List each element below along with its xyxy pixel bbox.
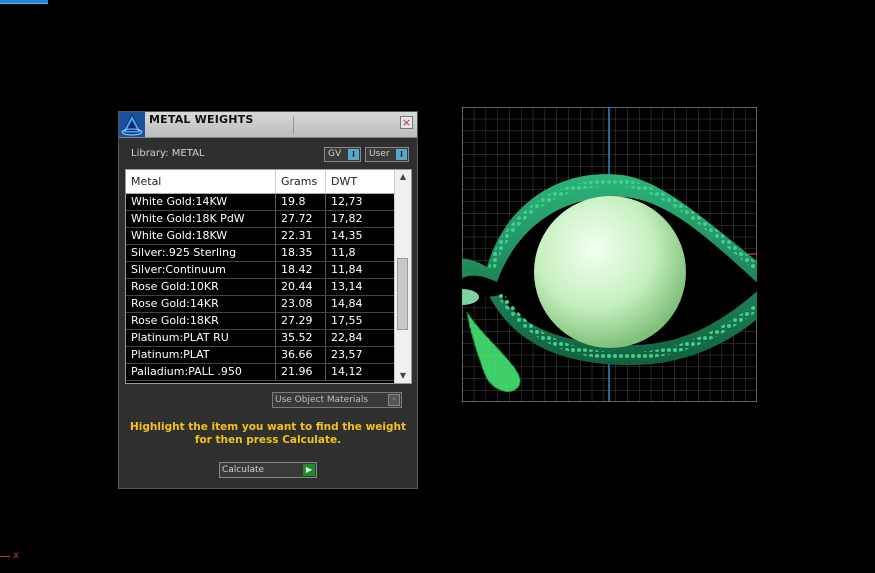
dwt-cell: 11,8 bbox=[331, 246, 356, 259]
grams-cell: 23.08 bbox=[276, 296, 326, 312]
scroll-thumb[interactable] bbox=[397, 258, 408, 330]
axis-x-line-indicator bbox=[0, 556, 10, 557]
grams-cell: 21.96 bbox=[276, 364, 326, 380]
dwt-cell: 17,82 bbox=[331, 212, 363, 225]
metal-weights-panel: METAL WEIGHTS × Library: METAL GV ⅼ User… bbox=[118, 111, 418, 489]
table-row[interactable]: Palladium:PALL .950 21.96 14,12 bbox=[126, 364, 396, 381]
close-icon[interactable]: × bbox=[400, 116, 413, 129]
grams-cell: 27.72 bbox=[276, 211, 326, 227]
metal-cell: Rose Gold:10KR bbox=[126, 279, 276, 295]
scroll-down-icon[interactable]: ▼ bbox=[395, 369, 411, 383]
metal-cell: Silver:Continuum bbox=[126, 262, 276, 278]
grams-cell: 27.29 bbox=[276, 313, 326, 329]
grams-cell: 36.66 bbox=[276, 347, 326, 363]
table-row[interactable]: Platinum:PLAT 36.66 23,57 bbox=[126, 347, 396, 364]
gv-label: GV bbox=[328, 149, 342, 159]
calculate-button[interactable]: Calculate ▶ bbox=[219, 462, 317, 478]
user-label: User bbox=[369, 149, 390, 159]
model-viewport[interactable] bbox=[437, 106, 790, 403]
use-object-materials-label: Use Object Materials bbox=[275, 395, 369, 405]
table-row[interactable]: Rose Gold:10KR 20.44 13,14 bbox=[126, 279, 396, 296]
use-object-materials-dropdown[interactable]: Use Object Materials ◦ bbox=[272, 392, 402, 408]
user-indicator-icon: ⅼ bbox=[396, 149, 407, 160]
dwt-cell: 17,55 bbox=[331, 314, 363, 327]
metal-cell: White Gold:14KW bbox=[126, 194, 276, 210]
table-header: Metal Grams DWT bbox=[126, 170, 396, 194]
metal-cell: Platinum:PLAT RU bbox=[126, 330, 276, 346]
grams-cell: 18.42 bbox=[276, 262, 326, 278]
scroll-up-icon[interactable]: ▲ bbox=[395, 170, 411, 184]
instruction-line-2: for then press Calculate. bbox=[194, 434, 342, 446]
user-toggle[interactable]: User ⅼ bbox=[365, 147, 409, 162]
dwt-cell: 14,84 bbox=[331, 297, 363, 310]
metal-cell: White Gold:18K PdW bbox=[126, 211, 276, 227]
panel-title: METAL WEIGHTS bbox=[149, 113, 254, 126]
table-row[interactable]: White Gold:14KW 19.8 12,73 bbox=[126, 194, 396, 211]
grams-cell: 20.44 bbox=[276, 279, 326, 295]
col-header-grams[interactable]: Grams bbox=[276, 170, 326, 193]
top-left-tab[interactable] bbox=[0, 0, 48, 4]
app-logo-icon bbox=[119, 112, 145, 137]
table-row[interactable]: Rose Gold:18KR 27.29 17,55 bbox=[126, 313, 396, 330]
grams-cell: 22.31 bbox=[276, 228, 326, 244]
metal-cell: Palladium:PALL .950 bbox=[126, 364, 276, 380]
metal-table: Metal Grams DWT White Gold:14KW 19.8 12,73… bbox=[125, 169, 412, 384]
col-header-metal[interactable]: Metal bbox=[126, 170, 276, 193]
dwt-cell: 14,12 bbox=[331, 365, 363, 378]
table-row[interactable]: Rose Gold:14KR 23.08 14,84 bbox=[126, 296, 396, 313]
title-divider bbox=[293, 116, 294, 134]
metal-cell: Rose Gold:18KR bbox=[126, 313, 276, 329]
col-header-dwt[interactable]: DWT bbox=[326, 170, 386, 193]
axis-x-label: x bbox=[13, 550, 19, 561]
table-row[interactable]: Platinum:PLAT RU 35.52 22,84 bbox=[126, 330, 396, 347]
dwt-cell: 12,73 bbox=[331, 195, 363, 208]
metal-cell: Platinum:PLAT bbox=[126, 347, 276, 363]
world-axis-indicator: x bbox=[0, 550, 19, 562]
metal-cell: Rose Gold:14KR bbox=[126, 296, 276, 312]
calculate-label: Calculate bbox=[222, 465, 265, 475]
table-row[interactable]: Silver:.925 Sterling 18.35 11,8 bbox=[126, 245, 396, 262]
library-label: Library: METAL bbox=[131, 148, 205, 159]
gv-toggle[interactable]: GV ⅼ bbox=[324, 147, 361, 162]
table-row[interactable]: White Gold:18KW 22.31 14,35 bbox=[126, 228, 396, 245]
instruction-text: Highlight the item you want to find the … bbox=[129, 421, 407, 447]
grams-cell: 35.52 bbox=[276, 330, 326, 346]
play-arrow-icon: ▶ bbox=[303, 464, 315, 476]
grams-cell: 19.8 bbox=[276, 194, 326, 210]
table-scrollbar[interactable]: ▲ ▼ bbox=[394, 170, 411, 383]
dwt-cell: 22,84 bbox=[331, 331, 363, 344]
dwt-cell: 14,35 bbox=[331, 229, 363, 242]
dwt-cell: 13,14 bbox=[331, 280, 363, 293]
table-body: White Gold:14KW 19.8 12,73 White Gold:18K … bbox=[126, 194, 396, 383]
instruction-line-1: Highlight the item you want to find the … bbox=[130, 421, 406, 433]
viewport-canvas bbox=[437, 106, 790, 403]
metal-cell: White Gold:18KW bbox=[126, 228, 276, 244]
grams-cell: 18.35 bbox=[276, 245, 326, 261]
panel-titlebar[interactable]: METAL WEIGHTS × bbox=[119, 112, 417, 138]
dropdown-icon: ◦ bbox=[388, 394, 400, 406]
metal-cell: Silver:.925 Sterling bbox=[126, 245, 276, 261]
pearl-sphere bbox=[534, 196, 686, 348]
table-row[interactable]: White Gold:18K PdW 27.72 17,82 bbox=[126, 211, 396, 228]
dwt-cell: 23,57 bbox=[331, 348, 363, 361]
gv-indicator-icon: ⅼ bbox=[348, 149, 359, 160]
table-row[interactable]: Silver:Continuum 18.42 11,84 bbox=[126, 262, 396, 279]
dwt-cell: 11,84 bbox=[331, 263, 363, 276]
